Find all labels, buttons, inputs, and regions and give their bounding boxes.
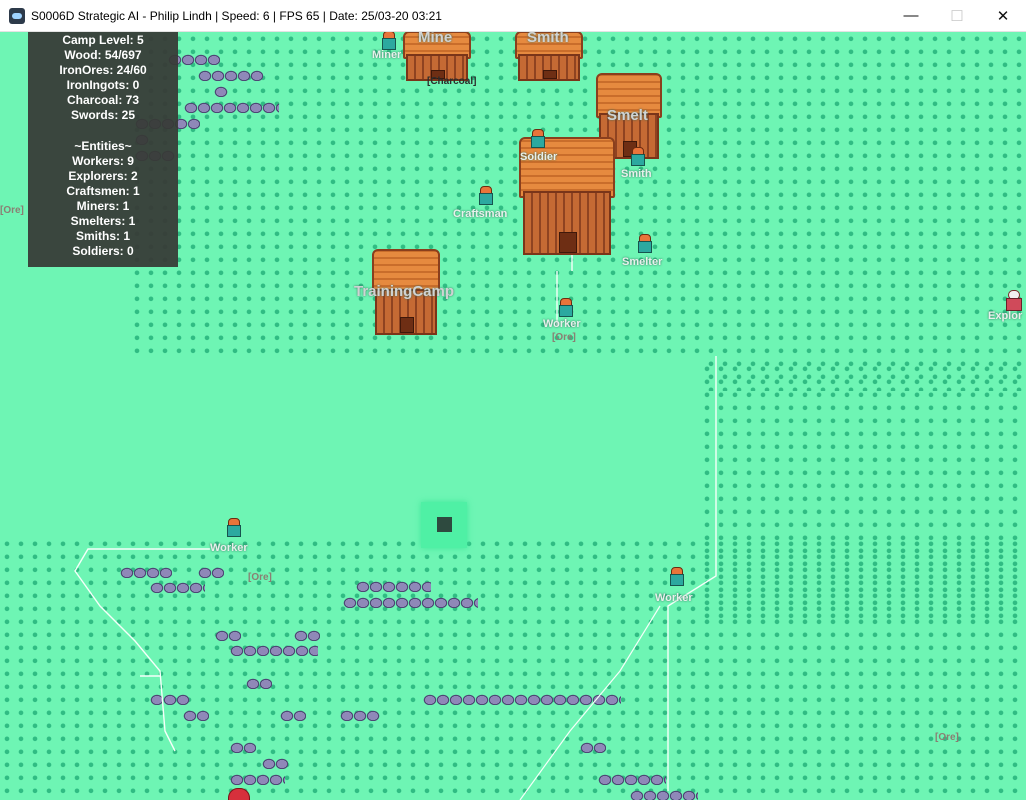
explorer-unit[interactable] <box>1005 290 1022 311</box>
red-creature[interactable] <box>228 788 250 800</box>
rock-cluster <box>150 581 205 593</box>
explorers-count: Explorers: 2 <box>68 168 138 183</box>
worker-unit[interactable] <box>558 298 573 317</box>
rock-cluster <box>198 69 263 81</box>
maximize-button[interactable]: ☐ <box>934 0 980 31</box>
rock-cluster <box>356 580 431 592</box>
soldier-unit[interactable] <box>530 129 545 148</box>
rock-cluster <box>198 566 224 578</box>
soldiers-count: Soldiers: 0 <box>72 244 134 259</box>
workers-count: Workers: 9 <box>72 153 134 168</box>
craftsman-unit[interactable] <box>478 186 493 205</box>
charcoal-tag: [Charcoal] <box>427 76 477 87</box>
rock-cluster <box>230 644 318 656</box>
smith-unit-label: Smith <box>621 168 652 180</box>
rock-cluster <box>630 789 698 800</box>
gamepad-icon <box>9 7 25 24</box>
miner-label: Miner <box>372 49 402 61</box>
training-camp-label: TrainingCamp <box>354 283 455 300</box>
craftsmen-count: Craftsmen: 1 <box>66 183 140 198</box>
ore-tag: [Ore] <box>552 332 576 343</box>
worker-label: Worker <box>210 542 248 554</box>
game-canvas[interactable]: Mine [Charcoal] Smith Smelt TrainingCamp… <box>0 31 1026 800</box>
camp-level: Camp Level: 5 <box>62 33 144 47</box>
rock-cluster <box>183 709 209 721</box>
title-bar[interactable]: S0006D Strategic AI - Philip Lindh | Spe… <box>0 0 1026 32</box>
worker-label: Worker <box>543 318 581 330</box>
worker-unit[interactable] <box>226 518 241 537</box>
worker-label: Worker <box>655 592 693 604</box>
rock-cluster <box>262 757 288 769</box>
miners-count: Miners: 1 <box>76 199 130 214</box>
minimize-button[interactable]: — <box>888 0 934 31</box>
rock-cluster <box>598 773 666 785</box>
craftsman-label: Craftsman <box>453 208 508 220</box>
rock-cluster <box>340 709 380 721</box>
explorer-label: Explor <box>988 310 1023 322</box>
smelters-count: Smelters: 1 <box>70 214 136 229</box>
charcoal-count: Charcoal: 73 <box>66 93 140 108</box>
close-button[interactable]: ✕ <box>980 0 1026 31</box>
iron-ores-count: IronOres: 24/60 <box>59 63 147 78</box>
wood-count: Wood: 54/697 <box>64 48 142 63</box>
stats-panel: Camp Level: 5 Wood: 54/697 IronOres: 24/… <box>28 31 178 267</box>
rock-cluster <box>246 677 272 689</box>
ore-tag: [Ore] <box>935 732 959 743</box>
ore-tag: [Ore] <box>0 205 24 216</box>
entities-header: ~Entities~ <box>74 138 132 153</box>
worker-unit[interactable] <box>669 567 684 586</box>
clearing <box>130 361 700 536</box>
rock-cluster <box>423 693 621 705</box>
ore-tag: [Ore] <box>248 572 272 583</box>
rock-cluster <box>120 566 172 578</box>
soldier-label: Soldier <box>520 151 558 163</box>
rock-cluster <box>215 629 241 641</box>
smiths-count: Smiths: 1 <box>75 229 130 244</box>
smelt-label: Smelt <box>607 107 648 124</box>
rock-cluster <box>184 101 279 113</box>
iron-ingots-count: IronIngots: 0 <box>66 78 140 93</box>
smith-label: Smith <box>527 31 569 46</box>
smelter-unit[interactable] <box>637 234 652 253</box>
game-window: S0006D Strategic AI - Philip Lindh | Spe… <box>0 0 1026 800</box>
window-controls: — ☐ ✕ <box>888 0 1026 31</box>
rock-cluster <box>150 693 190 705</box>
rock-cluster <box>280 709 306 721</box>
swords-count: Swords: 25 <box>70 108 136 123</box>
rock-cluster <box>343 596 478 608</box>
window-title: S0006D Strategic AI - Philip Lindh | Spe… <box>31 8 442 23</box>
smelter-label: Smelter <box>622 256 663 268</box>
rock-cluster <box>214 85 228 97</box>
mine-label: Mine <box>418 31 453 46</box>
rock-cluster <box>580 741 606 753</box>
selection-cursor[interactable] <box>421 502 467 548</box>
stats-spacer <box>28 124 178 139</box>
rock-cluster <box>230 741 256 753</box>
smith-unit[interactable] <box>630 147 645 166</box>
miner-unit[interactable] <box>381 31 396 50</box>
rock-cluster <box>230 773 285 785</box>
rock-cluster <box>294 629 320 641</box>
